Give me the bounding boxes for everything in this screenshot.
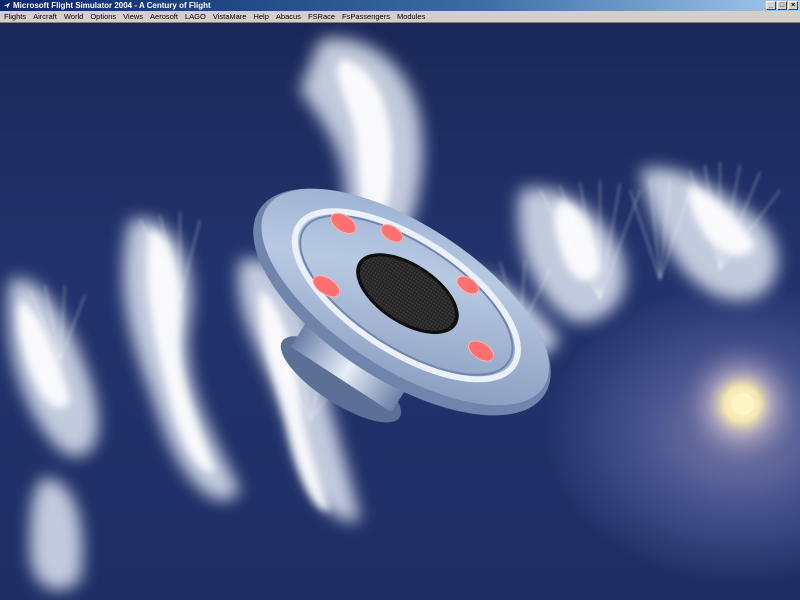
menu-modules[interactable]: Modules: [393, 11, 428, 23]
simulator-viewport[interactable]: [0, 23, 800, 600]
close-button[interactable]: ×: [788, 1, 798, 10]
menu-lago[interactable]: LAGO: [181, 11, 209, 23]
menu-options[interactable]: Options: [86, 11, 119, 23]
menu-bar: Flights Aircraft World Options Views Aer…: [0, 11, 800, 23]
sun: [732, 393, 754, 415]
minimize-button[interactable]: _: [766, 1, 776, 10]
menu-fspassengers[interactable]: FsPassengers: [338, 11, 393, 23]
menu-fsrace[interactable]: FSRace: [304, 11, 338, 23]
menu-abacus[interactable]: Abacus: [272, 11, 304, 23]
app-icon: [2, 2, 11, 9]
scene-graphic: [8, 38, 800, 590]
menu-aircraft[interactable]: Aircraft: [29, 11, 60, 23]
window-title: Microsoft Flight Simulator 2004 - A Cent…: [13, 1, 211, 10]
maximize-button[interactable]: □: [777, 1, 787, 10]
menu-views[interactable]: Views: [119, 11, 146, 23]
menu-help[interactable]: Help: [249, 11, 271, 23]
menu-vistamare[interactable]: VistaMare: [209, 11, 250, 23]
window-controls: _ □ ×: [766, 1, 798, 10]
menu-aerosoft[interactable]: Aerosoft: [146, 11, 181, 23]
menu-flights[interactable]: Flights: [0, 11, 29, 23]
title-bar[interactable]: Microsoft Flight Simulator 2004 - A Cent…: [0, 0, 800, 11]
menu-world[interactable]: World: [60, 11, 86, 23]
app-window: Microsoft Flight Simulator 2004 - A Cent…: [0, 0, 800, 600]
